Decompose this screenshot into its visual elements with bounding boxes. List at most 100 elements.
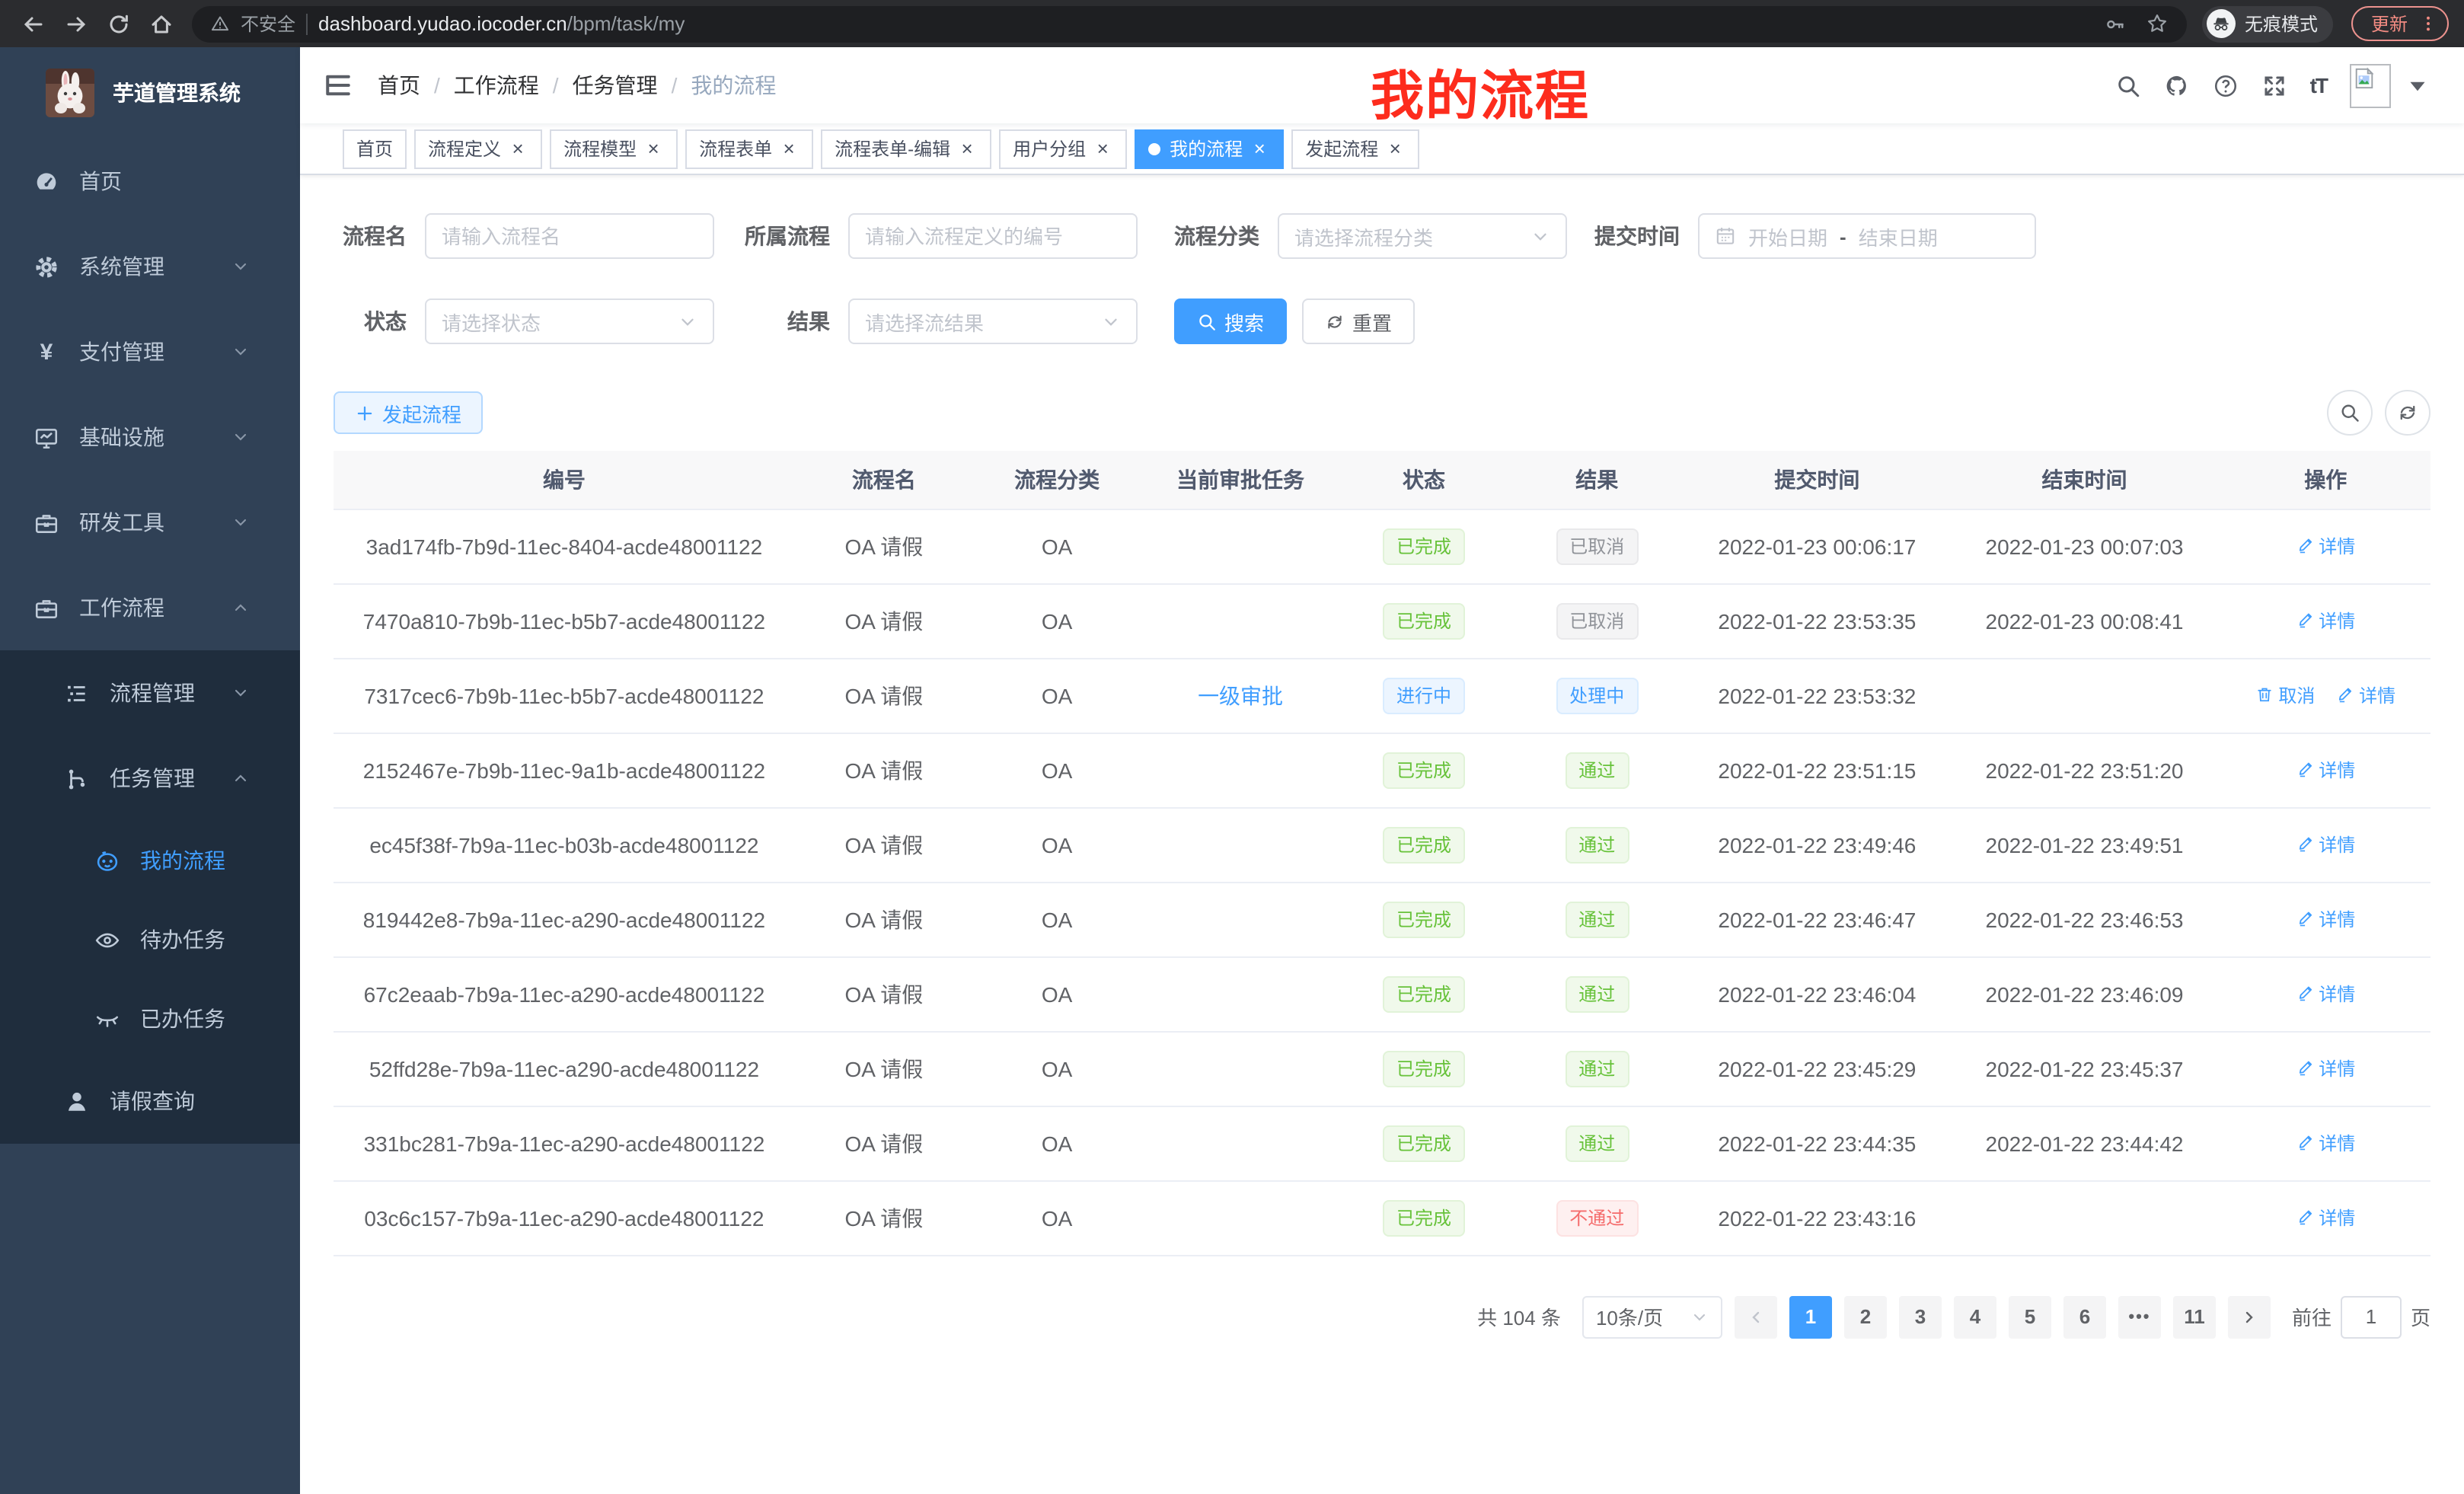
detail-link[interactable]: 详情 <box>2336 682 2395 708</box>
start-process-button[interactable]: 发起流程 <box>334 391 483 434</box>
detail-link[interactable]: 详情 <box>2296 981 2355 1007</box>
tab-user-group[interactable]: 用户分组× <box>999 129 1127 168</box>
sidebar-item-leave-query[interactable]: 请假查询 <box>0 1058 300 1144</box>
browser-home-button[interactable] <box>143 5 180 42</box>
browser-menu-icon[interactable] <box>2418 14 2438 34</box>
avatar[interactable] <box>2350 63 2391 107</box>
breadcrumb-home[interactable]: 首页 <box>378 70 420 101</box>
status-badge: 已完成 <box>1383 528 1465 564</box>
refresh-icon <box>2397 402 2418 423</box>
address-bar[interactable]: 不安全 dashboard.yudao.iocoder.cn/bpm/task/… <box>192 5 2187 42</box>
cell-name: OA 请假 <box>795 882 973 956</box>
header-search-icon[interactable] <box>2115 72 2141 98</box>
sidebar-item-process-mgmt[interactable]: 流程管理 <box>0 650 300 736</box>
browser-reload-button[interactable] <box>101 5 137 42</box>
page-size-select[interactable]: 10条/页 <box>1582 1295 1722 1338</box>
result-badge: 已取消 <box>1556 602 1638 639</box>
tab-process-model[interactable]: 流程模型× <box>550 129 678 168</box>
avatar-caret-down-icon[interactable] <box>2405 72 2430 98</box>
close-icon[interactable]: × <box>1384 138 1406 159</box>
hamburger-icon[interactable] <box>323 70 353 101</box>
sidebar-item-my-process[interactable]: 我的流程 <box>0 821 300 900</box>
cell-task <box>1141 882 1340 956</box>
pencil-icon <box>2296 910 2314 928</box>
page-button-5[interactable]: 5 <box>2009 1295 2051 1338</box>
sidebar-item-task-mgmt[interactable]: 任务管理 <box>0 736 300 821</box>
result-badge: 已取消 <box>1556 528 1638 564</box>
result-select[interactable]: 请选择流结果 <box>848 298 1138 344</box>
detail-link[interactable]: 详情 <box>2296 906 2355 932</box>
detail-link[interactable]: 详情 <box>2296 1055 2355 1081</box>
font-size-icon[interactable]: tT <box>2310 73 2327 97</box>
detail-link[interactable]: 详情 <box>2296 533 2355 559</box>
sidebar-item-system[interactable]: 系统管理 <box>0 224 300 309</box>
page-button-11[interactable]: 11 <box>2173 1295 2216 1338</box>
browser-forward-button[interactable] <box>58 5 94 42</box>
github-icon[interactable] <box>2164 72 2190 98</box>
more-pages-button[interactable]: ••• <box>2118 1295 2161 1338</box>
chevron-down-icon <box>231 343 250 361</box>
prev-page-button[interactable] <box>1735 1295 1777 1338</box>
search-button[interactable]: 搜索 <box>1174 298 1287 344</box>
category-select[interactable]: 请选择流程分类 <box>1278 213 1567 259</box>
tab-my-process-active[interactable]: 我的流程× <box>1135 129 1284 168</box>
browser-back-button[interactable] <box>15 5 52 42</box>
tab-process-form-edit[interactable]: 流程表单-编辑× <box>821 129 991 168</box>
status-badge: 已完成 <box>1383 901 1465 937</box>
process-def-input[interactable] <box>848 213 1138 259</box>
detail-link[interactable]: 详情 <box>2296 1130 2355 1156</box>
cell-task <box>1141 733 1340 807</box>
close-icon[interactable]: × <box>956 138 978 159</box>
help-icon[interactable] <box>2213 72 2239 98</box>
result-badge: 不通过 <box>1556 1199 1638 1236</box>
cell-end-time <box>1949 658 2221 733</box>
breadcrumb-workflow[interactable]: 工作流程 <box>454 70 539 101</box>
tab-start-process[interactable]: 发起流程× <box>1291 129 1419 168</box>
detail-link[interactable]: 详情 <box>2296 757 2355 783</box>
page-button-6[interactable]: 6 <box>2063 1295 2106 1338</box>
plus-icon <box>355 403 375 423</box>
close-icon[interactable]: × <box>1092 138 1113 159</box>
close-icon[interactable]: × <box>507 138 528 159</box>
cell-id: 67c2eaab-7b9a-11ec-a290-acde48001122 <box>334 956 795 1031</box>
status-select[interactable]: 请选择状态 <box>425 298 714 344</box>
briefcase-icon <box>34 595 59 621</box>
refresh-table-button[interactable] <box>2385 390 2430 436</box>
reset-button[interactable]: 重置 <box>1302 298 1415 344</box>
fullscreen-icon[interactable] <box>2261 72 2287 98</box>
page-button-4[interactable]: 4 <box>1954 1295 1996 1338</box>
sidebar-item-done-task[interactable]: 已办任务 <box>0 979 300 1058</box>
app-logo[interactable]: 芋道管理系统 <box>0 47 300 139</box>
submit-time-range-picker[interactable]: 开始日期 - 结束日期 <box>1698 213 2036 259</box>
next-page-button[interactable] <box>2228 1295 2271 1338</box>
jump-page-input[interactable] <box>2341 1295 2402 1338</box>
tab-home[interactable]: 首页 <box>343 129 407 168</box>
incognito-label: 无痕模式 <box>2245 11 2318 37</box>
page-button-3[interactable]: 3 <box>1899 1295 1942 1338</box>
process-name-input[interactable] <box>425 213 714 259</box>
sidebar-item-home[interactable]: 首页 <box>0 139 300 224</box>
sidebar-item-todo-task[interactable]: 待办任务 <box>0 900 300 979</box>
tab-process-form[interactable]: 流程表单× <box>685 129 813 168</box>
cancel-link[interactable]: 取消 <box>2255 682 2315 708</box>
close-icon[interactable]: × <box>643 138 664 159</box>
close-icon[interactable]: × <box>778 138 800 159</box>
browser-update-button[interactable]: 更新 <box>2351 6 2449 41</box>
page-button-1[interactable]: 1 <box>1789 1295 1832 1338</box>
toggle-search-button[interactable] <box>2327 390 2373 436</box>
breadcrumb-task-mgmt[interactable]: 任务管理 <box>573 70 658 101</box>
bookmark-star-icon[interactable] <box>2146 12 2169 35</box>
sidebar-item-workflow[interactable]: 工作流程 <box>0 565 300 650</box>
detail-link[interactable]: 详情 <box>2296 1205 2355 1231</box>
sidebar-item-infra[interactable]: 基础设施 <box>0 394 300 480</box>
detail-link[interactable]: 详情 <box>2296 608 2355 634</box>
password-key-icon[interactable] <box>2105 13 2126 34</box>
sidebar-item-payment[interactable]: ¥ 支付管理 <box>0 309 300 394</box>
detail-link[interactable]: 详情 <box>2296 832 2355 857</box>
tab-process-definition[interactable]: 流程定义× <box>414 129 542 168</box>
sidebar-item-devtools[interactable]: 研发工具 <box>0 480 300 565</box>
page-button-2[interactable]: 2 <box>1844 1295 1887 1338</box>
close-icon[interactable]: × <box>1249 138 1270 159</box>
reload-icon <box>107 11 131 36</box>
current-task-link[interactable]: 一级审批 <box>1198 683 1283 707</box>
